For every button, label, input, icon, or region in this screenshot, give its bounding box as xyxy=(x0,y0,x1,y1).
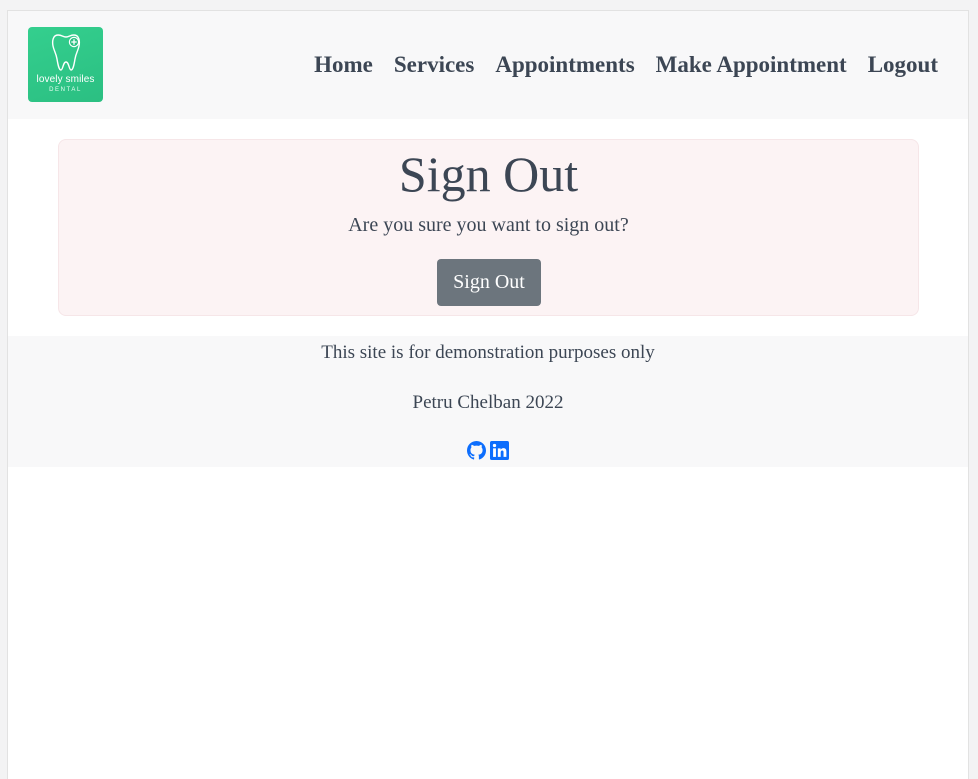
linkedin-icon[interactable] xyxy=(490,441,509,460)
brand-logo[interactable]: lovely smiles DENTAL xyxy=(28,27,103,102)
sign-out-button[interactable]: Sign Out xyxy=(437,259,541,306)
tooth-icon xyxy=(51,34,81,71)
nav-logout[interactable]: Logout xyxy=(868,52,938,78)
nav-services[interactable]: Services xyxy=(394,52,474,78)
page-frame: lovely smiles DENTAL Home Services Appoi… xyxy=(7,10,969,779)
footer: This site is for demonstration purposes … xyxy=(8,336,968,467)
footer-credit: Petru Chelban 2022 xyxy=(412,392,564,413)
page-title: Sign Out xyxy=(398,146,579,202)
signout-card: Sign Out Are you sure you want to sign o… xyxy=(58,139,919,316)
nav-home[interactable]: Home xyxy=(314,52,373,78)
nav-appointments[interactable]: Appointments xyxy=(495,52,634,78)
social-links xyxy=(467,441,509,460)
brand-subtitle: DENTAL xyxy=(49,87,82,93)
footer-disclaimer: This site is for demonstration purposes … xyxy=(321,342,655,363)
brand-name: lovely smiles xyxy=(36,74,95,85)
signout-message: Are you sure you want to sign out? xyxy=(348,214,629,236)
github-icon[interactable] xyxy=(467,441,486,460)
nav-make-appointment[interactable]: Make Appointment xyxy=(656,52,847,78)
main-nav: Home Services Appointments Make Appointm… xyxy=(314,52,938,78)
navbar: lovely smiles DENTAL Home Services Appoi… xyxy=(8,11,968,119)
